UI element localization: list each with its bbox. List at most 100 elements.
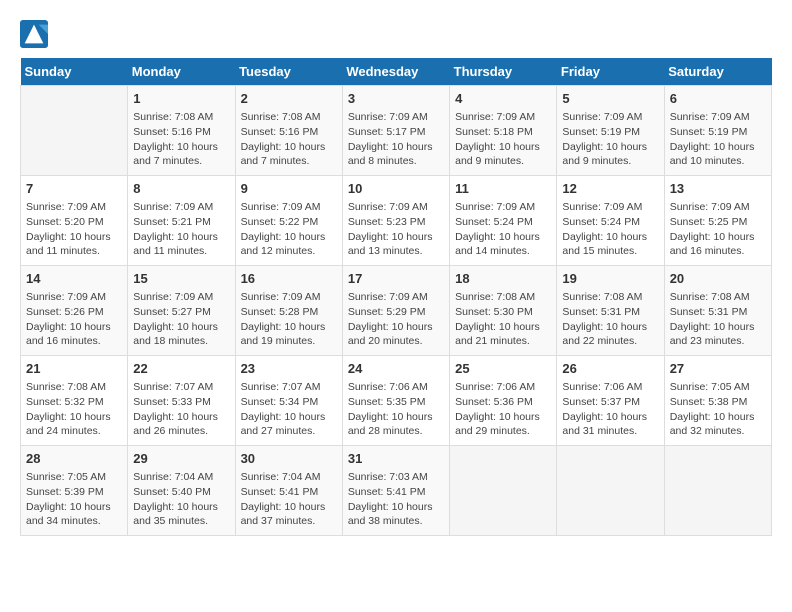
day-number: 26	[562, 360, 658, 378]
day-header-wednesday: Wednesday	[342, 58, 449, 86]
day-number: 31	[348, 450, 444, 468]
day-number: 6	[670, 90, 766, 108]
day-number: 14	[26, 270, 122, 288]
day-info: Sunrise: 7:04 AM Sunset: 5:41 PM Dayligh…	[241, 470, 337, 529]
calendar-cell: 16 Sunrise: 7:09 AM Sunset: 5:28 PM Dayli…	[235, 266, 342, 356]
day-info: Sunrise: 7:07 AM Sunset: 5:33 PM Dayligh…	[133, 380, 229, 439]
logo	[20, 20, 52, 48]
day-number: 10	[348, 180, 444, 198]
day-number: 9	[241, 180, 337, 198]
calendar-cell: 3Sunrise: 7:09 AM Sunset: 5:17 PM Daylig…	[342, 86, 449, 176]
day-number: 20	[670, 270, 766, 288]
day-info: Sunrise: 7:09 AM Sunset: 5:29 PM Dayligh…	[348, 290, 444, 349]
calendar-cell: 27 Sunrise: 7:05 AM Sunset: 5:38 PM Dayli…	[664, 356, 771, 446]
day-info: Sunrise: 7:05 AM Sunset: 5:39 PM Dayligh…	[26, 470, 122, 529]
calendar-cell: 31 Sunrise: 7:03 AM Sunset: 5:41 PM Dayli…	[342, 446, 449, 536]
day-info: Sunrise: 7:05 AM Sunset: 5:38 PM Dayligh…	[670, 380, 766, 439]
day-info: Sunrise: 7:09 AM Sunset: 5:20 PM Dayligh…	[26, 200, 122, 259]
day-number: 4	[455, 90, 551, 108]
day-number: 8	[133, 180, 229, 198]
calendar-cell	[664, 446, 771, 536]
calendar-cell: 26 Sunrise: 7:06 AM Sunset: 5:37 PM Dayli…	[557, 356, 664, 446]
day-number: 28	[26, 450, 122, 468]
day-info: Sunrise: 7:09 AM Sunset: 5:25 PM Dayligh…	[670, 200, 766, 259]
calendar-cell: 11Sunrise: 7:09 AM Sunset: 5:24 PM Dayli…	[450, 176, 557, 266]
calendar-cell: 22 Sunrise: 7:07 AM Sunset: 5:33 PM Dayli…	[128, 356, 235, 446]
calendar-cell: 8 Sunrise: 7:09 AM Sunset: 5:21 PM Daylig…	[128, 176, 235, 266]
day-number: 2	[241, 90, 337, 108]
day-header-monday: Monday	[128, 58, 235, 86]
day-info: Sunrise: 7:08 AM Sunset: 5:31 PM Dayligh…	[562, 290, 658, 349]
day-number: 24	[348, 360, 444, 378]
calendar-week-row: 21Sunrise: 7:08 AM Sunset: 5:32 PM Dayli…	[21, 356, 772, 446]
calendar-cell: 15Sunrise: 7:09 AM Sunset: 5:27 PM Dayli…	[128, 266, 235, 356]
day-info: Sunrise: 7:04 AM Sunset: 5:40 PM Dayligh…	[133, 470, 229, 529]
calendar-cell: 9 Sunrise: 7:09 AM Sunset: 5:22 PM Daylig…	[235, 176, 342, 266]
day-info: Sunrise: 7:09 AM Sunset: 5:21 PM Dayligh…	[133, 200, 229, 259]
day-header-friday: Friday	[557, 58, 664, 86]
day-info: Sunrise: 7:08 AM Sunset: 5:16 PM Dayligh…	[241, 110, 337, 169]
day-number: 23	[241, 360, 337, 378]
day-info: Sunrise: 7:08 AM Sunset: 5:16 PM Dayligh…	[133, 110, 229, 169]
calendar-cell: 4Sunrise: 7:09 AM Sunset: 5:18 PM Daylig…	[450, 86, 557, 176]
day-header-tuesday: Tuesday	[235, 58, 342, 86]
calendar-cell: 29 Sunrise: 7:04 AM Sunset: 5:40 PM Dayli…	[128, 446, 235, 536]
day-info: Sunrise: 7:09 AM Sunset: 5:22 PM Dayligh…	[241, 200, 337, 259]
calendar-cell: 23Sunrise: 7:07 AM Sunset: 5:34 PM Dayli…	[235, 356, 342, 446]
calendar-cell: 30 Sunrise: 7:04 AM Sunset: 5:41 PM Dayli…	[235, 446, 342, 536]
day-number: 22	[133, 360, 229, 378]
day-info: Sunrise: 7:09 AM Sunset: 5:19 PM Dayligh…	[670, 110, 766, 169]
day-info: Sunrise: 7:06 AM Sunset: 5:37 PM Dayligh…	[562, 380, 658, 439]
day-number: 16	[241, 270, 337, 288]
calendar-cell	[557, 446, 664, 536]
day-header-saturday: Saturday	[664, 58, 771, 86]
page-header	[20, 20, 772, 48]
calendar-cell: 7Sunrise: 7:09 AM Sunset: 5:20 PM Daylig…	[21, 176, 128, 266]
logo-icon	[20, 20, 48, 48]
calendar-cell: 21Sunrise: 7:08 AM Sunset: 5:32 PM Dayli…	[21, 356, 128, 446]
day-number: 17	[348, 270, 444, 288]
day-info: Sunrise: 7:09 AM Sunset: 5:26 PM Dayligh…	[26, 290, 122, 349]
calendar-cell: 5Sunrise: 7:09 AM Sunset: 5:19 PM Daylig…	[557, 86, 664, 176]
calendar-cell	[450, 446, 557, 536]
calendar-cell	[21, 86, 128, 176]
day-number: 25	[455, 360, 551, 378]
calendar-cell: 24 Sunrise: 7:06 AM Sunset: 5:35 PM Dayli…	[342, 356, 449, 446]
calendar-cell: 17 Sunrise: 7:09 AM Sunset: 5:29 PM Dayli…	[342, 266, 449, 356]
day-info: Sunrise: 7:06 AM Sunset: 5:35 PM Dayligh…	[348, 380, 444, 439]
day-number: 19	[562, 270, 658, 288]
day-header-sunday: Sunday	[21, 58, 128, 86]
day-number: 3	[348, 90, 444, 108]
calendar-cell: 13 Sunrise: 7:09 AM Sunset: 5:25 PM Dayli…	[664, 176, 771, 266]
calendar-cell: 18 Sunrise: 7:08 AM Sunset: 5:30 PM Dayli…	[450, 266, 557, 356]
day-number: 12	[562, 180, 658, 198]
calendar-cell: 28 Sunrise: 7:05 AM Sunset: 5:39 PM Dayli…	[21, 446, 128, 536]
day-info: Sunrise: 7:06 AM Sunset: 5:36 PM Dayligh…	[455, 380, 551, 439]
day-info: Sunrise: 7:03 AM Sunset: 5:41 PM Dayligh…	[348, 470, 444, 529]
calendar-cell: 2 Sunrise: 7:08 AM Sunset: 5:16 PM Daylig…	[235, 86, 342, 176]
day-info: Sunrise: 7:08 AM Sunset: 5:30 PM Dayligh…	[455, 290, 551, 349]
calendar-cell: 6 Sunrise: 7:09 AM Sunset: 5:19 PM Daylig…	[664, 86, 771, 176]
calendar-week-row: 7Sunrise: 7:09 AM Sunset: 5:20 PM Daylig…	[21, 176, 772, 266]
day-info: Sunrise: 7:09 AM Sunset: 5:23 PM Dayligh…	[348, 200, 444, 259]
calendar-cell: 1 Sunrise: 7:08 AM Sunset: 5:16 PM Daylig…	[128, 86, 235, 176]
day-number: 30	[241, 450, 337, 468]
day-info: Sunrise: 7:09 AM Sunset: 5:27 PM Dayligh…	[133, 290, 229, 349]
day-info: Sunrise: 7:09 AM Sunset: 5:28 PM Dayligh…	[241, 290, 337, 349]
day-number: 21	[26, 360, 122, 378]
calendar-table: SundayMondayTuesdayWednesdayThursdayFrid…	[20, 58, 772, 536]
day-number: 29	[133, 450, 229, 468]
day-number: 1	[133, 90, 229, 108]
calendar-cell: 19 Sunrise: 7:08 AM Sunset: 5:31 PM Dayli…	[557, 266, 664, 356]
day-info: Sunrise: 7:08 AM Sunset: 5:31 PM Dayligh…	[670, 290, 766, 349]
day-number: 13	[670, 180, 766, 198]
day-number: 18	[455, 270, 551, 288]
calendar-header-row: SundayMondayTuesdayWednesdayThursdayFrid…	[21, 58, 772, 86]
calendar-cell: 12Sunrise: 7:09 AM Sunset: 5:24 PM Dayli…	[557, 176, 664, 266]
calendar-cell: 10 Sunrise: 7:09 AM Sunset: 5:23 PM Dayli…	[342, 176, 449, 266]
calendar-week-row: 28 Sunrise: 7:05 AM Sunset: 5:39 PM Dayli…	[21, 446, 772, 536]
day-number: 27	[670, 360, 766, 378]
day-info: Sunrise: 7:09 AM Sunset: 5:24 PM Dayligh…	[455, 200, 551, 259]
calendar-week-row: 1 Sunrise: 7:08 AM Sunset: 5:16 PM Daylig…	[21, 86, 772, 176]
calendar-cell: 20 Sunrise: 7:08 AM Sunset: 5:31 PM Dayli…	[664, 266, 771, 356]
